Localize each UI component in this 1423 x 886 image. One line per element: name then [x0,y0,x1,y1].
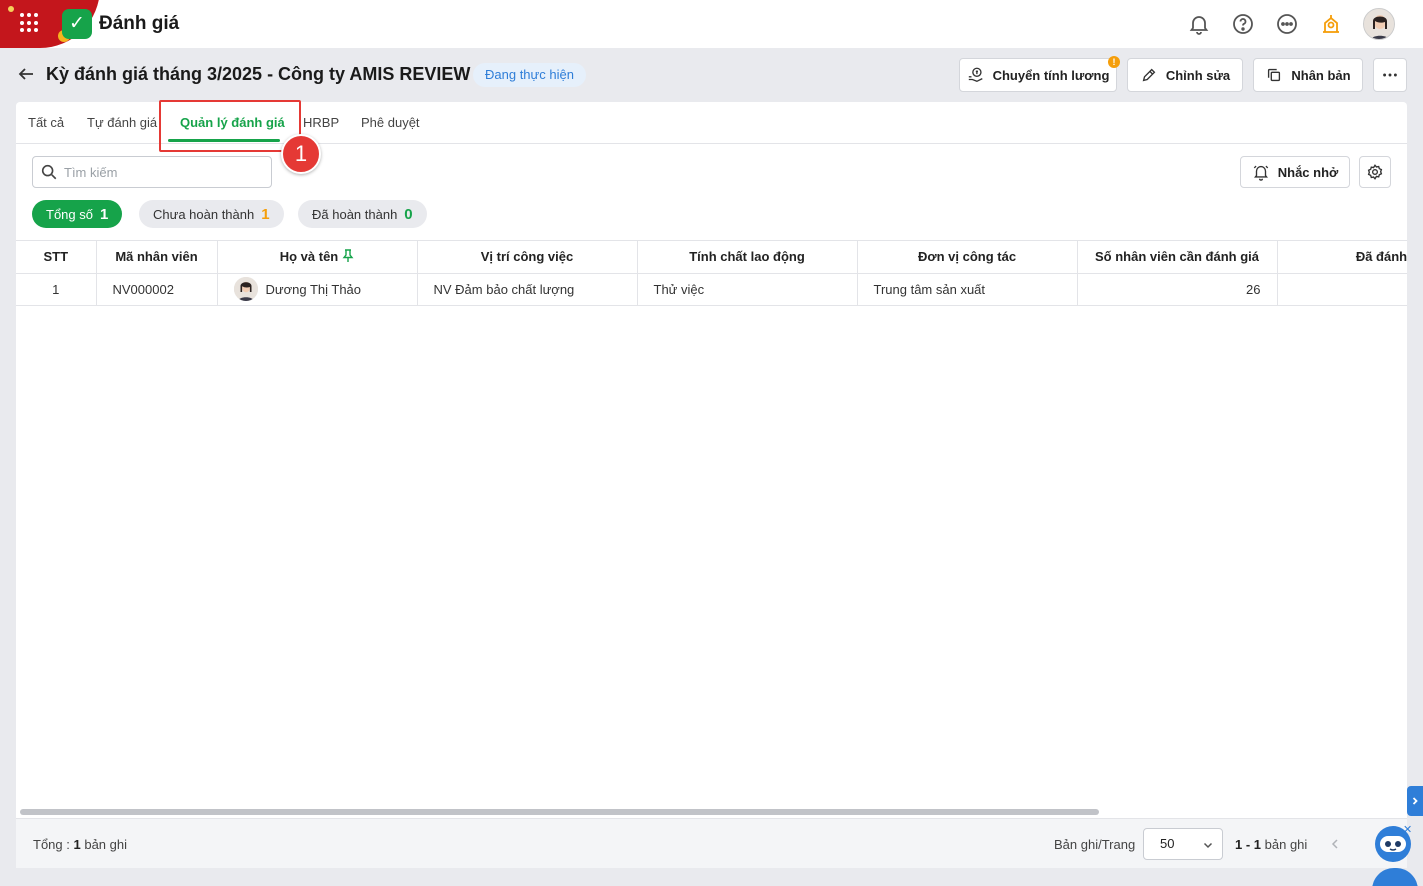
duplicate-button[interactable]: Nhân bản [1253,58,1363,92]
page-title: Kỳ đánh giá tháng 3/2025 - Công ty AMIS … [46,64,471,84]
filter-total-count: 1 [99,205,109,223]
column-header-stt[interactable]: STT [16,241,97,274]
column-header-unit[interactable]: Đơn vị công tác [857,241,1078,274]
transfer-salary-label: Chuyển tính lương [992,67,1110,83]
cell-stt: 1 [16,273,97,306]
search-icon [41,164,57,180]
lantern-icon[interactable] [1319,12,1343,36]
employee-avatar [233,277,258,301]
tet-decoration [0,0,110,48]
pencil-icon [1142,68,1156,82]
cell-reviewed [1277,273,1407,306]
table-header-row: STT Mã nhân viên Họ và tên Vị trí công v… [16,241,1407,274]
bell-icon[interactable] [1187,12,1211,36]
filter-completed[interactable]: Đã hoàn thành 0 [298,200,427,228]
pagination-footer: Tổng : 1 bản ghi Bản ghi/Trang 50 1 - 1 … [16,818,1407,868]
main-card: Tất cả Tự đánh giá Quản lý đánh giá HRBP… [16,100,1407,868]
filter-incomplete-label: Chưa hoàn thành [153,206,255,222]
search-box[interactable] [32,156,272,188]
column-header-position[interactable]: Vị trí công việc [417,241,638,274]
status-badge: Đang thực hiện [473,63,586,87]
horizontal-scrollbar[interactable] [20,809,1099,815]
copy-icon [1268,68,1281,82]
ellipsis-icon [1383,73,1397,77]
app-logo: ✓ [62,9,92,39]
more-apps-icon[interactable] [1275,12,1299,36]
range-value: 1 - 1 [1235,837,1262,852]
table-row[interactable]: 1 NV000002 Dương Thị Thảo NV Đảm bảo chấ… [16,273,1407,306]
column-header-reviewed[interactable]: Đã đánh giá [1277,241,1407,274]
full-name-header-label: Họ và tên [279,249,339,265]
close-icon[interactable]: ✕ [1403,823,1412,836]
column-header-need-review[interactable]: Số nhân viên cần đánh giá [1077,241,1278,274]
record-range: 1 - 1 bản ghi [1235,837,1307,852]
cell-need-review: 26 [1077,273,1278,306]
user-avatar[interactable] [1363,8,1395,40]
filter-completed-count: 0 [404,205,413,223]
filter-incomplete-count: 1 [261,205,270,223]
total-count: 1 [73,837,81,852]
app-title: Đánh giá [99,13,180,34]
prev-page-icon[interactable] [1328,837,1342,851]
chevron-down-icon [1203,842,1213,849]
help-icon[interactable] [1231,12,1255,36]
alarm-bell-icon [1253,165,1268,181]
cell-employee-code: NV000002 [96,273,218,306]
more-options-button[interactable] [1373,58,1407,92]
per-page-select[interactable]: 50 [1143,828,1223,860]
table-settings-button[interactable] [1359,156,1391,188]
transfer-salary-button[interactable]: Chuyển tính lương ! [959,56,1120,92]
filter-incomplete[interactable]: Chưa hoàn thành 1 [139,200,284,228]
pin-icon[interactable] [342,249,354,263]
step-number-badge: 1 [281,134,321,174]
filter-completed-label: Đã hoàn thành [312,206,398,222]
chevron-right-icon [1412,797,1418,805]
alert-dot: ! [1108,56,1120,68]
top-app-bar: ✓ Đánh giá [0,0,1423,48]
remind-label: Nhắc nhở [1277,164,1339,180]
cell-position: NV Đảm bảo chất lượng [417,273,638,306]
cell-unit: Trung tâm sản xuất [857,273,1078,306]
column-header-labor-type[interactable]: Tính chất lao động [637,241,858,274]
total-prefix: Tổng : [33,837,70,852]
tab-all[interactable]: Tất cả [28,115,64,130]
edit-label: Chỉnh sửa [1165,67,1231,83]
column-header-full-name[interactable]: Họ và tên [217,241,418,274]
filter-total[interactable]: Tổng số 1 [32,200,123,228]
side-panel-toggle[interactable] [1407,786,1423,816]
tutorial-highlight-box [159,100,301,152]
per-page-label: Bản ghi/Trang [1054,837,1136,852]
total-suffix: bản ghi [84,837,127,852]
search-input[interactable] [64,164,264,180]
tab-hrbp[interactable]: HRBP [303,115,339,130]
cell-labor-type: Thử việc [637,273,858,306]
gear-icon [1367,164,1383,180]
cell-full-name: Dương Thị Thảo [217,273,418,306]
filter-total-label: Tổng số [46,206,93,222]
tab-approval[interactable]: Phê duyệt [361,115,420,130]
tab-self-review[interactable]: Tự đánh giá [87,115,157,130]
total-records: Tổng : 1 bản ghi [33,837,127,852]
employee-name[interactable]: Dương Thị Thảo [266,282,362,297]
app-launcher-icon[interactable] [20,13,40,33]
duplicate-label: Nhân bản [1291,67,1351,83]
money-hand-icon [968,67,983,83]
column-header-employee-code[interactable]: Mã nhân viên [96,241,218,274]
remind-button[interactable]: Nhắc nhở [1240,156,1350,188]
back-arrow-icon[interactable] [16,64,36,84]
edit-button[interactable]: Chỉnh sửa [1127,58,1243,92]
chat-widget-button[interactable] [1372,868,1418,886]
employee-table: STT Mã nhân viên Họ và tên Vị trí công v… [16,240,1407,808]
range-suffix: bản ghi [1264,837,1308,852]
per-page-value: 50 [1160,836,1175,851]
